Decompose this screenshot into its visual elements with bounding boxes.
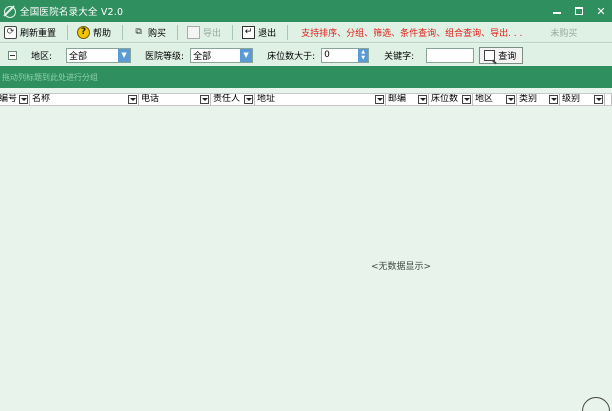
help-button[interactable]: ? 帮助 — [73, 23, 115, 42]
group-by-panel[interactable]: 拖动列标题到此处进行分组 — [0, 66, 612, 88]
exit-icon: ↵ — [242, 25, 256, 39]
minimize-button[interactable] — [546, 0, 568, 22]
export-icon — [187, 25, 201, 39]
close-button[interactable]: ✕ — [590, 0, 612, 22]
exit-button[interactable]: ↵ 退出 — [238, 23, 280, 42]
column-filter-icon[interactable] — [594, 95, 603, 104]
window-title: 全国医院名录大全 V2.0 — [20, 7, 124, 18]
hospital-level-select-value: 全部 — [193, 51, 212, 62]
title-bar[interactable]: 全国医院名录大全 V2.0 ✕ — [0, 0, 612, 22]
query-label: 查询 — [498, 51, 517, 62]
column-header-level[interactable]: 级别 — [560, 94, 605, 106]
column-header-category[interactable]: 类别 — [517, 94, 560, 106]
spinner-arrows-icon[interactable]: ▲ ▼ — [358, 48, 369, 62]
export-button[interactable]: 导出 — [183, 23, 225, 42]
toolbar-separator — [122, 24, 124, 40]
app-icon — [3, 5, 16, 18]
hospital-level-label: 医院等级: — [145, 51, 185, 62]
maximize-icon — [575, 7, 583, 15]
refresh-icon — [4, 25, 17, 39]
minimize-icon — [553, 12, 561, 14]
column-header-extra[interactable] — [605, 94, 612, 106]
column-filter-icon[interactable] — [19, 95, 28, 104]
feature-promo-text: 支持排序、分组、筛选、条件查询、组合查询、导出. . . — [301, 28, 523, 39]
help-icon: ? — [77, 25, 91, 39]
column-header-address[interactable]: 地址 — [255, 94, 386, 106]
column-filter-icon[interactable] — [549, 95, 558, 104]
toolbar-separator — [177, 24, 179, 40]
export-label: 导出 — [203, 28, 222, 39]
column-header-region[interactable]: 地区 — [473, 94, 517, 106]
window-controls: ✕ — [546, 0, 612, 22]
buy-label: 购买 — [148, 28, 167, 39]
dropdown-arrow-icon[interactable]: ▼ — [240, 48, 253, 62]
filter-bar: 地区: 全部 ▼ 医院等级: 全部 ▼ 床位数大于: 0 ▲ ▼ 关键字: 查询 — [0, 44, 612, 66]
refresh-label: 刷新重置 — [20, 28, 57, 39]
toolbar-separator — [67, 24, 69, 40]
column-header-id[interactable]: 编号 — [0, 94, 30, 106]
no-data-message: <无数据显示> — [371, 262, 432, 272]
region-label: 地区: — [31, 51, 53, 62]
toolbar-separator — [287, 24, 289, 40]
dropdown-arrow-icon[interactable]: ▼ — [118, 48, 131, 62]
region-select-value: 全部 — [69, 51, 88, 62]
column-header-contact[interactable]: 责任人 — [211, 94, 255, 106]
column-filter-icon[interactable] — [506, 95, 515, 104]
resize-grip-icon[interactable] — [578, 395, 610, 411]
grid-body[interactable]: <无数据显示> — [0, 106, 612, 411]
column-filter-icon[interactable] — [375, 95, 384, 104]
keyword-label: 关键字: — [384, 51, 415, 62]
keyword-input[interactable] — [426, 47, 475, 63]
grid-header: 编号 名称 电话 责任人 地址 邮编 床位数 地区 类别 级别 — [0, 93, 612, 106]
query-button[interactable]: 查询 — [479, 46, 524, 64]
refresh-button[interactable]: 刷新重置 — [0, 23, 60, 42]
maximize-button[interactable] — [568, 0, 590, 22]
beds-spinner[interactable]: 0 ▲ ▼ — [321, 47, 370, 63]
group-by-hint: 拖动列标题到此处进行分组 — [2, 73, 98, 82]
column-header-postcode[interactable]: 邮编 — [386, 94, 429, 106]
help-label: 帮助 — [93, 28, 112, 39]
toolbar-separator — [232, 24, 234, 40]
beds-value: 0 — [324, 50, 330, 60]
column-header-phone[interactable]: 电话 — [139, 94, 211, 106]
collapse-toggle[interactable] — [8, 50, 17, 60]
column-filter-icon[interactable] — [128, 95, 137, 104]
search-icon — [484, 49, 496, 61]
column-filter-icon[interactable] — [418, 95, 427, 104]
toolbar: 刷新重置 ? 帮助 ⧉ 购买 导出 ↵ 退出 支持排序、分组、筛选、条件查询、组… — [0, 22, 612, 43]
column-header-beds[interactable]: 床位数 — [429, 94, 473, 106]
buy-icon: ⧉ — [135, 27, 142, 37]
unregistered-status: 未购买 — [550, 28, 578, 39]
column-filter-icon[interactable] — [462, 95, 471, 104]
column-filter-icon[interactable] — [200, 95, 209, 104]
column-header-name[interactable]: 名称 — [30, 94, 139, 106]
exit-label: 退出 — [258, 28, 277, 39]
buy-button[interactable]: ⧉ 购买 — [128, 23, 170, 42]
column-filter-icon[interactable] — [244, 95, 253, 104]
close-icon: ✕ — [596, 4, 606, 18]
beds-label: 床位数大于: — [267, 51, 316, 62]
region-select[interactable]: 全部 ▼ — [66, 47, 132, 63]
hospital-level-select[interactable]: 全部 ▼ — [190, 47, 254, 63]
